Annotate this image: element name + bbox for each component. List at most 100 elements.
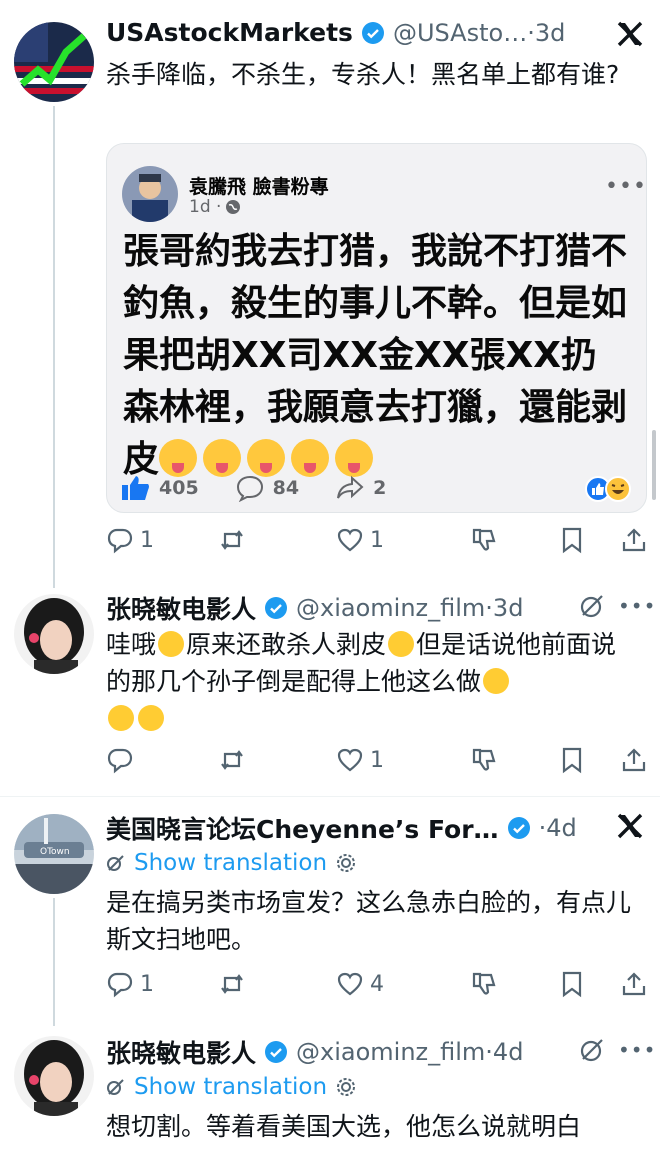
- avatar[interactable]: OTown: [14, 814, 94, 894]
- fb-reactions-row: 405 84 2: [121, 474, 386, 502]
- grok-icon[interactable]: [578, 1036, 606, 1068]
- tongue-emoji-icon: [247, 439, 286, 477]
- like-button[interactable]: 1: [336, 746, 384, 774]
- thumbs-down-icon: [472, 528, 496, 551]
- bookmark-button[interactable]: [558, 746, 586, 774]
- quoted-post-card[interactable]: 袁騰飛 臉書粉專 1d · ••• 張哥約我去打猎，我說不打猎不釣魚，殺生的事儿…: [106, 143, 647, 513]
- like-count: 4: [370, 971, 384, 997]
- retweet-button[interactable]: [218, 746, 252, 774]
- display-name[interactable]: 张晓敏电影人: [106, 1034, 256, 1070]
- reply-icon: [107, 528, 133, 554]
- thumbs-up-icon[interactable]: [121, 474, 151, 502]
- avatar[interactable]: [14, 594, 94, 674]
- like-button[interactable]: 4: [336, 970, 384, 998]
- share-button[interactable]: [620, 526, 648, 554]
- haha-reaction-icon: [605, 476, 631, 502]
- tweet-header: 张晓敏电影人 @xiaominz_film·3d: [106, 590, 523, 626]
- reply-button[interactable]: 1: [106, 970, 154, 998]
- like-button[interactable]: 1: [336, 526, 384, 554]
- translate-icon: [107, 855, 124, 871]
- post-time: 1d ·: [189, 197, 222, 217]
- handle-time[interactable]: @xiaominz_film·3d: [296, 594, 523, 622]
- heart-icon: [337, 972, 363, 996]
- rofl-emoji-icon: [483, 668, 510, 694]
- thumbs-down-icon: [472, 972, 496, 995]
- tongue-emoji-icon: [159, 439, 198, 477]
- show-translation-label[interactable]: Show translation: [134, 850, 327, 876]
- post-body: 張哥約我去打猎，我說不打猎不釣魚，殺生的事儿不幹。但是如果把胡XX司XX金XX張…: [123, 226, 633, 486]
- like-count: 1: [370, 527, 384, 553]
- show-translation[interactable]: Show translation: [106, 850, 357, 876]
- tweet-header: 张晓敏电影人 @xiaominz_film·4d: [106, 1034, 523, 1070]
- handle-time[interactable]: ·4d: [539, 814, 577, 842]
- more-options-icon[interactable]: •••: [605, 174, 646, 199]
- post-meta: 1d ·: [189, 197, 241, 217]
- retweet-button[interactable]: [218, 526, 252, 554]
- tweet-header: USAstockMarkets @USAsto…·3d: [106, 18, 565, 47]
- x-logo-icon[interactable]: [616, 20, 644, 52]
- display-name[interactable]: 美国晓言论坛Cheyenne’s For…: [106, 810, 499, 846]
- heart-icon: [337, 748, 363, 772]
- tweet-text: 哇哦 原来还敢杀人剥皮 但是话说他前面说的那几个孙子倒是配得上他这么做: [106, 626, 636, 737]
- retweet-button[interactable]: [218, 970, 252, 998]
- verified-badge-icon: [265, 1041, 288, 1063]
- like-count: 1: [370, 747, 384, 773]
- share-icon: [622, 528, 646, 552]
- bookmark-button[interactable]: [558, 526, 586, 554]
- avatar[interactable]: [14, 1036, 94, 1116]
- scrollbar[interactable]: [652, 430, 656, 500]
- laughing-emoji-icon: [388, 631, 415, 657]
- verified-badge-icon: [361, 21, 384, 44]
- avatar[interactable]: [14, 22, 94, 102]
- gear-icon[interactable]: [335, 852, 357, 874]
- thread-line: [53, 898, 55, 1026]
- rofl-emoji-icon: [108, 705, 134, 731]
- tweet-text: 杀手降临，不杀生，专杀人！黑名单上都有谁?: [106, 60, 620, 89]
- show-translation-label[interactable]: Show translation: [134, 1074, 327, 1100]
- tongue-emoji-icon: [291, 439, 330, 477]
- text-segment: 原来还敢杀人剥皮: [186, 630, 387, 659]
- bookmark-button[interactable]: [558, 970, 586, 998]
- text-segment: 哇哦: [106, 630, 157, 659]
- downvote-button[interactable]: [470, 526, 498, 554]
- reply-button[interactable]: 1: [106, 526, 154, 554]
- page-avatar: [122, 166, 178, 222]
- retweet-icon: [221, 974, 243, 994]
- more-options-icon[interactable]: •••: [618, 1038, 656, 1062]
- display-name[interactable]: USAstockMarkets: [106, 18, 353, 47]
- gear-icon[interactable]: [335, 1076, 357, 1098]
- share-button[interactable]: [620, 746, 648, 774]
- post-text: 張哥約我去打猎，我說不打猎不釣魚，殺生的事儿不幹。但是如果把胡XX司XX金XX張…: [123, 231, 628, 480]
- divider: [0, 796, 660, 797]
- thread-line: [53, 106, 55, 588]
- bookmark-icon: [562, 527, 582, 554]
- x-logo-icon[interactable]: [616, 812, 644, 844]
- downvote-button[interactable]: [470, 746, 498, 774]
- heart-icon: [337, 528, 363, 552]
- more-options-icon[interactable]: •••: [618, 594, 656, 618]
- reply-button[interactable]: [106, 746, 140, 774]
- share-icon[interactable]: [335, 474, 365, 502]
- translate-icon: [107, 1079, 124, 1095]
- globe-icon: [226, 200, 241, 214]
- reply-icon: [107, 748, 133, 774]
- share-count: 2: [373, 477, 387, 499]
- downvote-button[interactable]: [470, 970, 498, 998]
- bookmark-icon: [562, 747, 582, 774]
- handle-time[interactable]: @USAsto…·3d: [393, 19, 565, 47]
- page-name: 袁騰飛 臉書粉專: [189, 176, 329, 198]
- grok-icon[interactable]: [578, 592, 606, 624]
- tweet-actions: 1 1: [106, 526, 646, 560]
- comment-icon[interactable]: [235, 474, 265, 502]
- rofl-emoji-icon: [138, 705, 164, 731]
- reply-count: 1: [140, 527, 154, 553]
- retweet-icon: [221, 750, 243, 770]
- verified-badge-icon: [265, 597, 288, 619]
- show-translation[interactable]: Show translation: [106, 1074, 357, 1100]
- verified-badge-icon: [507, 817, 530, 839]
- share-button[interactable]: [620, 970, 648, 998]
- display-name[interactable]: 张晓敏电影人: [106, 590, 256, 626]
- tweet-actions: 1 4: [106, 970, 646, 1004]
- screaming-cat-emoji-icon: [158, 631, 185, 657]
- handle-time[interactable]: @xiaominz_film·4d: [296, 1038, 523, 1066]
